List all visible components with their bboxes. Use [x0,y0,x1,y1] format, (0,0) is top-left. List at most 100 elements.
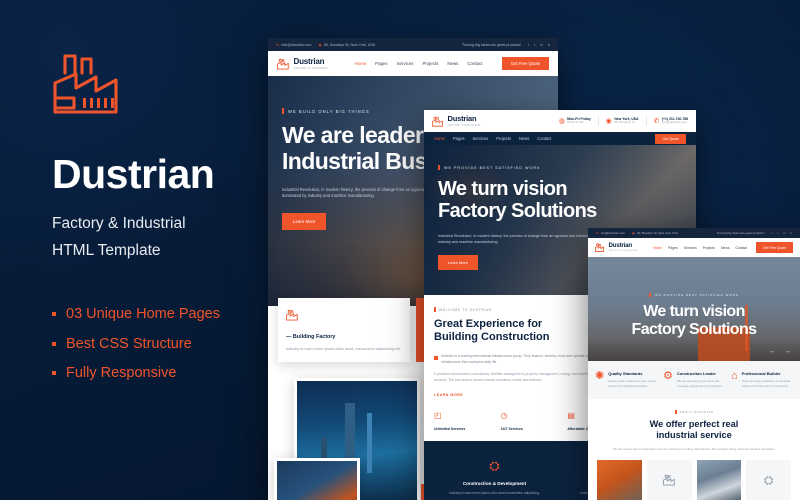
nav-item-home[interactable]: Home [354,61,366,66]
section-paragraph: It provides infrastructure consultancy, … [434,372,595,382]
topbar-email[interactable]: ✉ info@dustrian.com [596,231,625,235]
social-links[interactable]: f t in b [772,231,792,235]
feature-label: Best CSS Structure [66,335,192,352]
wallet-icon: ▤ [567,410,575,420]
facebook-icon[interactable]: f [528,43,529,47]
feature-text: Having solid construction from expert wo… [608,379,656,388]
twitter-icon[interactable]: t [534,43,535,47]
map-pin-icon: ◉ [605,118,612,125]
next-arrow-icon[interactable]: → [784,348,791,355]
section-title: We offer perfect real industrial service [606,419,782,441]
main-nav[interactable]: Home Pages Services Projects News Contac… [354,61,482,66]
section-title-line-2: Building Construction [434,331,550,344]
nav-item-home[interactable]: Home [434,136,445,141]
nav-item-home[interactable]: Home [653,246,662,250]
nav-item-services[interactable]: Services [473,136,489,141]
topbar-email[interactable]: ✉ info@dustrian.com [276,43,312,47]
learn-more-button[interactable]: Learn More [438,255,478,271]
list-item: Fully Responsive [52,363,267,384]
map-pin-icon: ◉ [318,42,322,47]
prev-arrow-icon[interactable]: ← [769,348,776,355]
logo-name: Dustrian [293,56,325,66]
service-text: Industry is main lorem ipsum dolor amet … [449,490,540,495]
learn-more-button[interactable]: Learn More [282,213,327,231]
card-building-factory[interactable]: — Building Factory Industry is main lore… [278,298,410,363]
factory-icon [432,116,443,127]
features-row: ✺ Quality Standards Having solid constru… [588,361,800,399]
hero-title-line-2: Factory Solutions [631,320,758,338]
nav-item-contact[interactable]: Contact [735,246,747,250]
nav-item-news[interactable]: News [519,136,529,141]
linkedin-icon[interactable]: in [540,43,543,47]
tile-factory-icon[interactable] [646,460,692,500]
get-free-quote-button[interactable]: Get Free Quote [501,57,549,70]
envelope-icon: ✉ [276,42,280,47]
feature-professional-builder[interactable]: ⌂ Professional Builder There are huge co… [731,371,793,389]
list-item: 03 Unique Home Pages [52,304,267,325]
social-links[interactable]: f t in b [528,43,550,47]
topbar-tagline: Turning big ideas into great products! [716,231,765,235]
nav-item-projects[interactable]: Projects [496,136,511,141]
nav-item-pages[interactable]: Pages [668,246,678,250]
nav-item-projects[interactable]: Projects [703,246,715,250]
hero-eyebrow: WE PROVIDE BEST SATISFIED WORK [438,165,682,170]
nav-item-services[interactable]: Services [397,61,414,66]
hero-section: WE PROVIDE BEST SATISFIED WORK We turn v… [588,257,800,361]
get-free-quote-button[interactable]: Get Free Quote [756,242,793,253]
excavator-photo [597,460,642,500]
nav-item-projects[interactable]: Projects [422,61,438,66]
hero-title-line-2: Factory Solutions [438,200,597,223]
facebook-icon[interactable]: f [772,231,773,235]
feature-construction-leader[interactable]: ⚙ Construction Leader We are ascending y… [663,371,725,389]
service-construction-development[interactable]: ⛭ Construction & Development Industry is… [436,457,553,496]
left-info-panel: Dustrian Factory & Industrial HTML Templ… [52,50,267,393]
logo-tagline: FACTORY & INDUSTRIAL [447,123,481,127]
topbar-address: ◉ 80, Brooklyn St, New York, USA [318,42,376,47]
get-quote-button[interactable]: Get Quote [655,133,686,144]
nav-item-news[interactable]: News [721,246,729,250]
feature-unlimited-services[interactable]: ◰ Unlimited Services [434,405,495,432]
crane-icon: ⛭ [489,457,500,473]
nav-item-news[interactable]: News [447,61,458,66]
clock-icon: ◍ [558,118,565,125]
clock-icon: ◷ [500,410,508,420]
main-nav[interactable]: Home Pages Services Projects News Contac… [434,136,551,141]
main-nav[interactable]: Home Pages Services Projects News Contac… [653,246,747,250]
nav-bar: Home Pages Services Projects News Contac… [424,132,696,145]
feature-title: Construction Leader [676,371,716,376]
feature-title: Quality Standards [608,371,643,376]
twitter-icon[interactable]: t [777,231,778,235]
behance-icon[interactable]: b [790,231,792,235]
tile-crane-icon[interactable]: ⛭ [746,460,791,500]
hero-title: We turn vision Factory Solutions [602,303,786,339]
linkedin-icon[interactable]: in [783,231,785,235]
service-title: Construction & Development [462,480,527,486]
factory-icon [595,243,605,252]
logo[interactable]: Dustrian FACTORY & INDUSTRIAL [595,242,644,253]
header-info-address: ◉ New York, USA 80, Brooklyn St [605,117,639,125]
learn-more-link[interactable]: LEARN MORE [434,393,600,397]
section-title-line-2: industrial service [656,429,732,440]
nav-item-services[interactable]: Services [684,246,697,250]
nav-item-contact[interactable]: Contact [537,136,551,141]
engineers-photo [696,460,742,500]
nav-item-pages[interactable]: Pages [453,136,465,141]
feature-quality-standards[interactable]: ✺ Quality Standards Having solid constru… [595,371,657,389]
hero-eyebrow: WE PROVIDE BEST SATISFIED WORK [602,293,786,297]
factory-icon [286,309,298,321]
site-header: Dustrian FACTORY & INDUSTRIAL Home Pages… [268,51,558,76]
feature-title: 24/7 Services [500,426,523,431]
feature-247-services[interactable]: ◷ 24/7 Services [501,405,562,432]
offer-section: ABOUT DUSTRIAN We offer perfect real ind… [588,398,800,461]
nav-item-contact[interactable]: Contact [467,61,482,66]
subtitle-line-2: HTML Template [52,241,161,259]
feature-title: Professional Builder [741,371,781,376]
logo[interactable]: Dustrian FACTORY & INDUSTRIAL [277,56,335,70]
logo-name: Dustrian [447,114,477,124]
behance-icon[interactable]: b [548,43,550,47]
bullet-square-icon [52,371,56,376]
logo[interactable]: Dustrian FACTORY & INDUSTRIAL [432,114,488,127]
badge-icon: ✺ [595,370,605,382]
nav-item-pages[interactable]: Pages [375,61,387,66]
mockup-homepage-3[interactable]: ✉ info@dustrian.com ◉ 80, Brooklyn St, New… [588,228,800,500]
